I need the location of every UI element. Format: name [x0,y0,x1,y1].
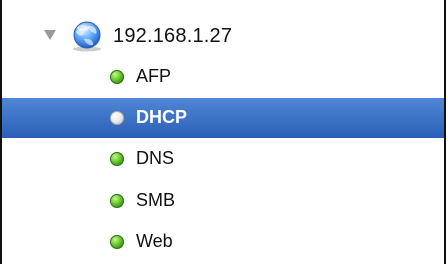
service-label-dhcp: DHCP [136,107,188,127]
service-label-web: Web [136,231,173,251]
globe-icon [73,21,101,52]
server-address-label: 192.168.1.27 [113,25,233,47]
service-source-list: 192.168.1.27 AFP DHCP DNS SMB Web [0,0,446,264]
service-row-smb[interactable]: SMB [2,181,444,221]
status-running-icon [110,70,124,84]
status-stopped-icon [110,111,124,125]
status-running-icon [110,235,124,249]
service-row-dhcp[interactable]: DHCP [2,98,444,138]
status-running-icon [110,194,124,208]
service-label-afp: AFP [136,66,172,86]
server-row-192-168-1-27[interactable]: 192.168.1.27 [2,16,444,56]
service-row-web[interactable]: Web [2,222,444,262]
service-label-smb: SMB [136,190,176,210]
status-running-icon [110,152,124,166]
service-row-afp[interactable]: AFP [2,57,444,97]
service-label-dns: DNS [136,148,175,168]
disclosure-triangle-icon[interactable] [44,30,56,40]
service-row-dns[interactable]: DNS [2,139,444,179]
